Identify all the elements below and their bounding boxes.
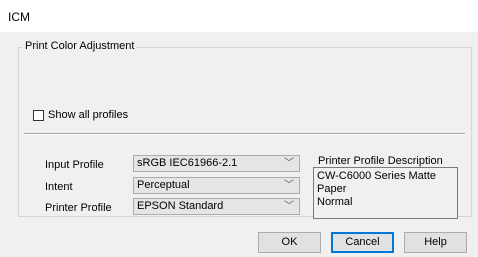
show-all-profiles-checkbox[interactable] <box>33 109 44 121</box>
title-bar: ICM <box>0 0 478 32</box>
cancel-button[interactable]: Cancel <box>331 232 394 253</box>
help-button[interactable]: Help <box>404 232 467 253</box>
chevron-down-icon: ﹀ <box>284 180 294 191</box>
printer-profile-description-label: Printer Profile Description <box>318 155 443 167</box>
printer-profile-select[interactable]: EPSON Standard ﹀ <box>133 198 300 215</box>
intent-select[interactable]: Perceptual ﹀ <box>133 177 300 194</box>
input-profile-value: sRGB IEC61966-2.1 <box>137 157 238 169</box>
intent-value: Perceptual <box>137 179 190 191</box>
window-title: ICM <box>8 10 30 24</box>
group-label: Print Color Adjustment <box>23 40 137 52</box>
printer-profile-description-box: CW-C6000 Series Matte Paper Normal <box>313 167 458 219</box>
chevron-down-icon: ﹀ <box>284 201 294 212</box>
input-profile-label: Input Profile <box>45 159 104 171</box>
printer-profile-value: EPSON Standard <box>137 200 224 212</box>
printer-profile-label: Printer Profile <box>45 202 112 214</box>
chevron-down-icon: ﹀ <box>284 158 294 169</box>
show-all-profiles-checkbox-row[interactable]: Show all profiles <box>33 109 128 121</box>
print-color-adjustment-group: Print Color Adjustment Show all profiles… <box>18 40 472 219</box>
ok-button[interactable]: OK <box>258 232 321 253</box>
dialog-body: Print Color Adjustment Show all profiles… <box>0 32 478 257</box>
intent-label: Intent <box>45 181 73 193</box>
input-profile-select[interactable]: sRGB IEC61966-2.1 ﹀ <box>133 155 300 172</box>
separator <box>24 133 465 135</box>
show-all-profiles-label: Show all profiles <box>48 109 129 121</box>
